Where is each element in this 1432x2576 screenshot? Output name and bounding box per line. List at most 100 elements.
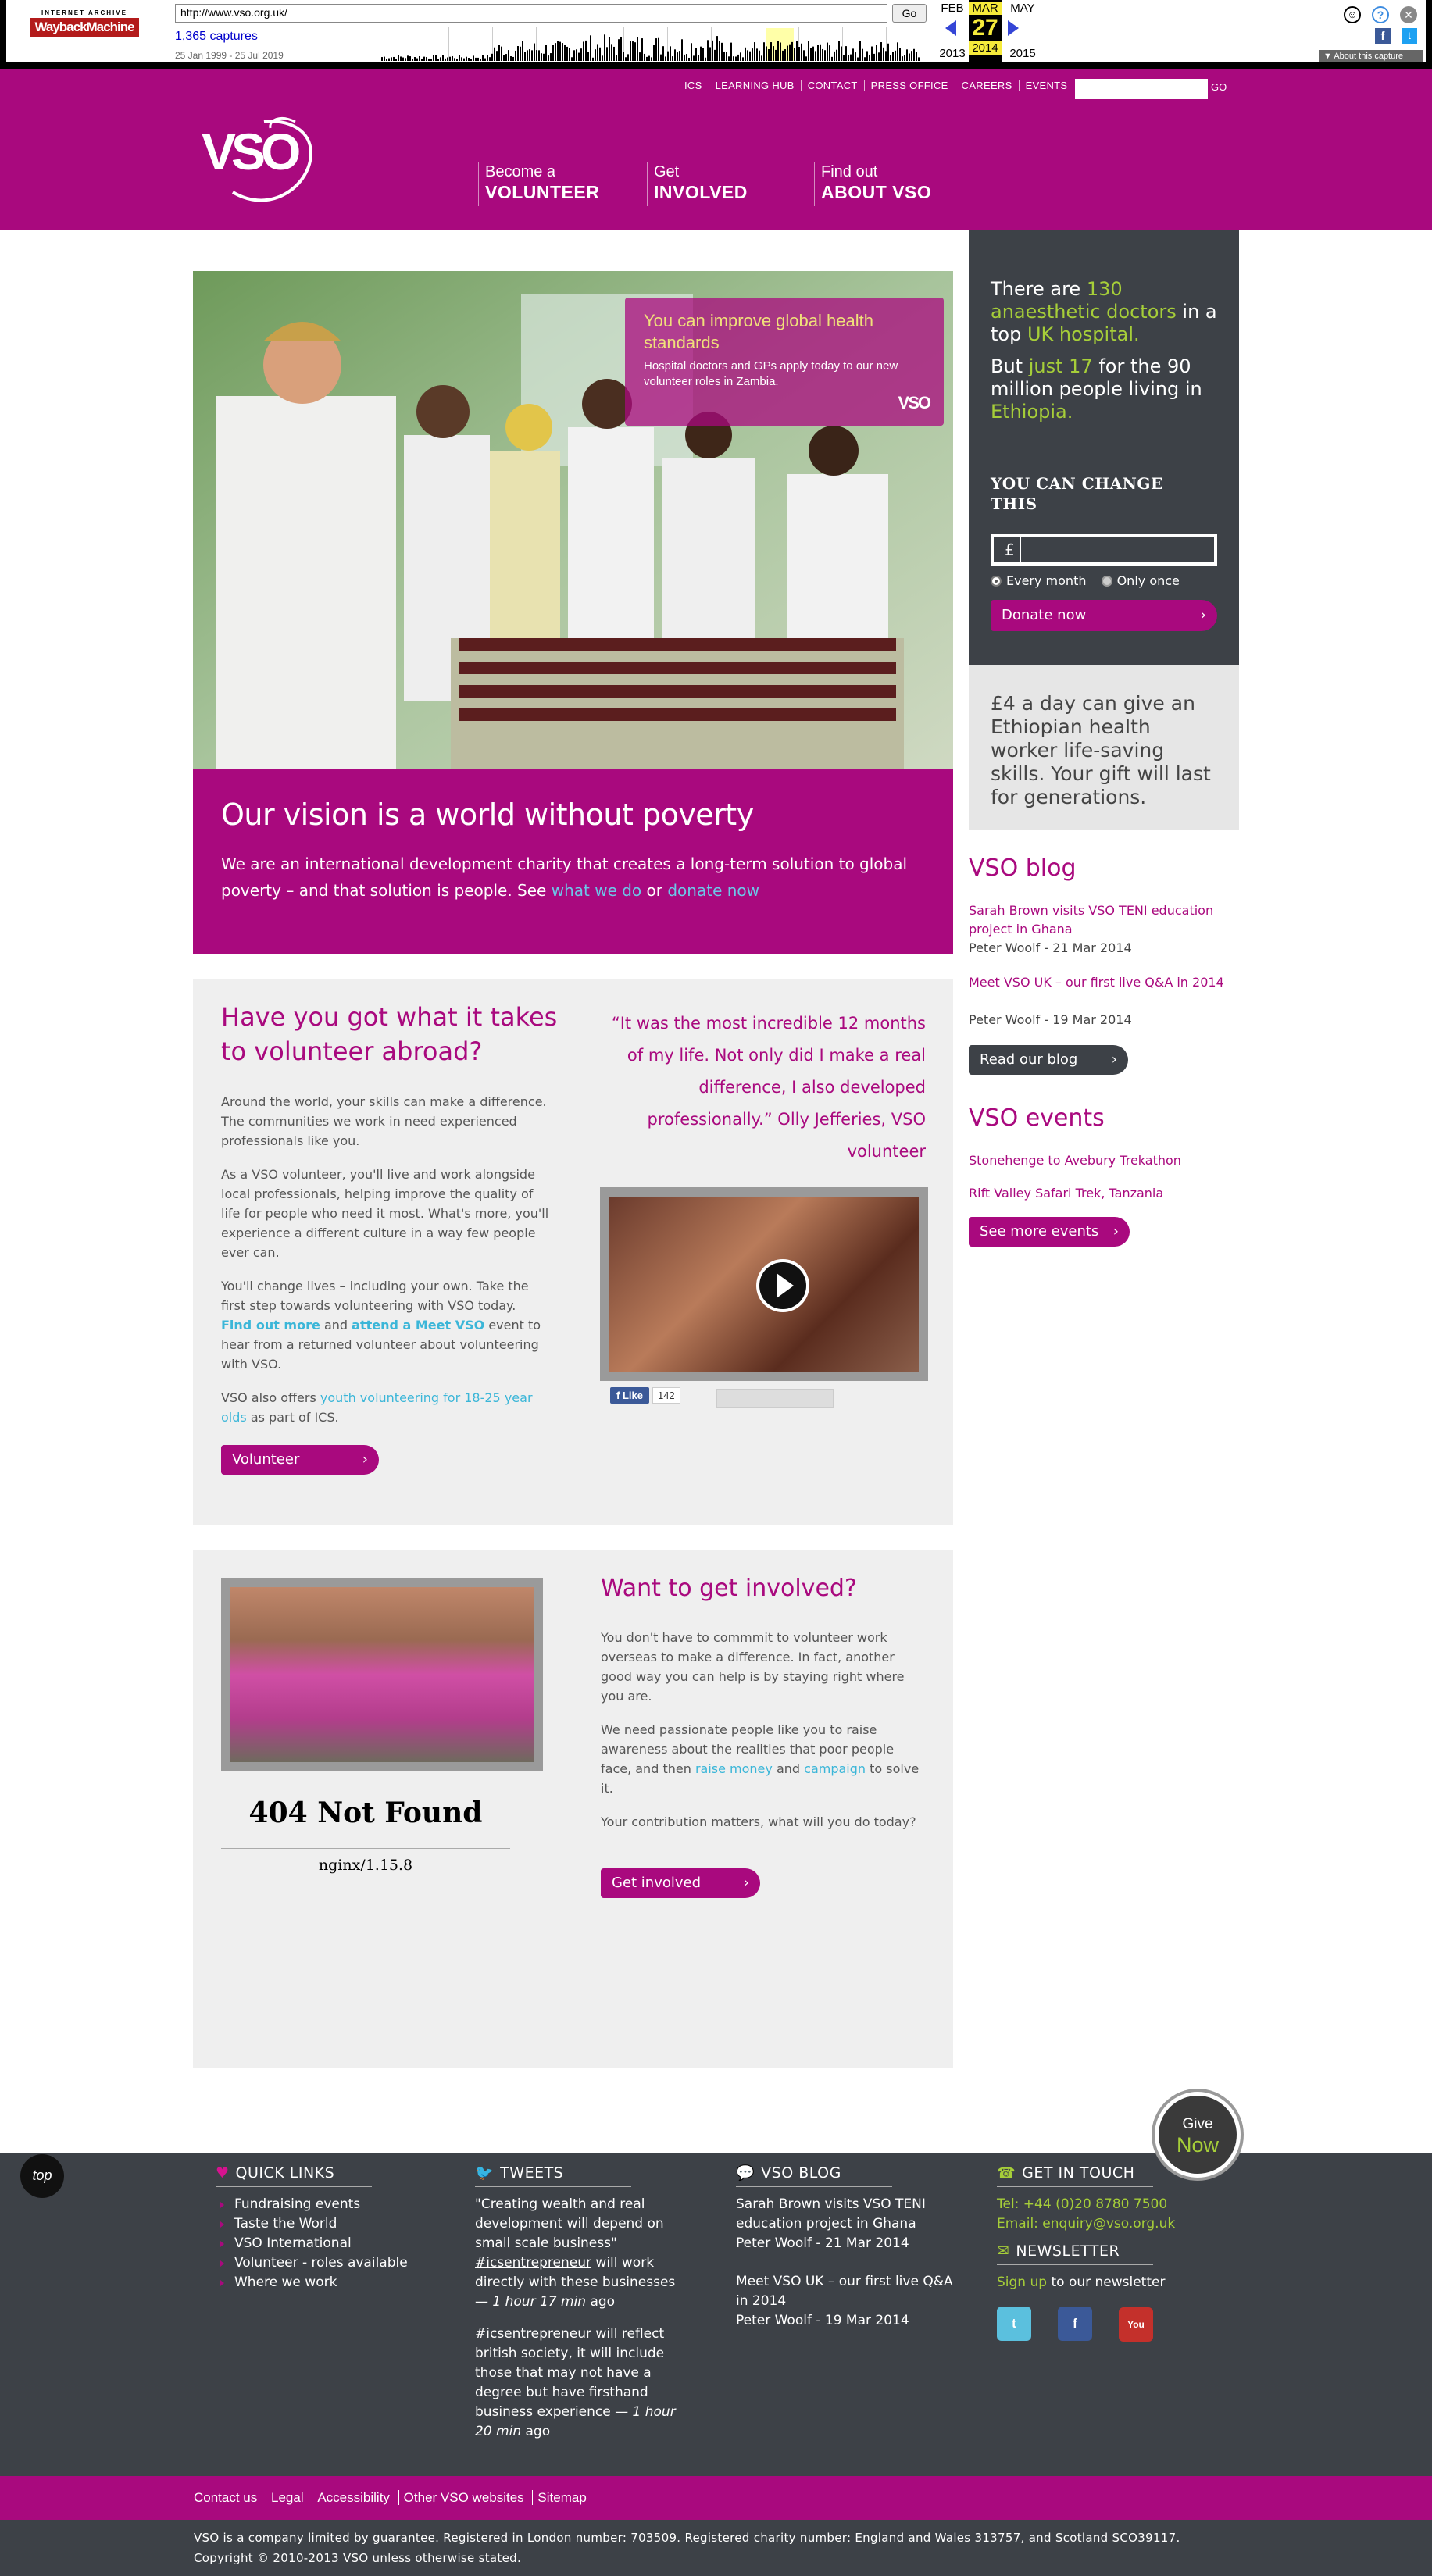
donate-stat: There are 130 anaesthetic doctors in a t… <box>991 278 1217 423</box>
top-utility-nav: ICS LEARNING HUB CONTACT PRESS OFFICE CAREER… <box>678 80 1073 95</box>
accessibility-link[interactable]: Accessibility <box>312 2490 395 2505</box>
what-we-do-link[interactable]: what we do <box>552 881 641 900</box>
search-go-button[interactable]: GO <box>1211 81 1227 93</box>
prev-capture-icon[interactable] <box>945 20 956 36</box>
next-month[interactable]: MAY <box>1003 2 1042 15</box>
read-our-blog-button[interactable]: Read our blog › <box>969 1045 1128 1075</box>
twitter-icon[interactable]: t <box>997 2307 1031 2341</box>
help-icon[interactable]: ? <box>1372 6 1389 23</box>
footer-email[interactable]: Email: enquiry@vso.org.uk <box>997 2214 1239 2234</box>
topnav-events[interactable]: EVENTS <box>1018 80 1074 91</box>
tweet: #icsentrepreneur will reflect british so… <box>475 2326 676 2439</box>
topnav-learning-hub[interactable]: LEARNING HUB <box>708 80 801 91</box>
chevron-right-icon: › <box>1111 1051 1117 1068</box>
nav-about-vso[interactable]: Find out ABOUT VSO <box>814 162 931 206</box>
facebook-like-button[interactable]: f Like <box>610 1387 649 1404</box>
captures-link[interactable]: 1,365 captures <box>175 30 258 44</box>
donate-now-button[interactable]: Donate now › <box>991 600 1217 631</box>
event-link[interactable]: Stonehenge to Avebury Trekathon <box>969 1151 1234 1170</box>
footer-link[interactable]: Where we work <box>216 2273 450 2292</box>
topnav-ics[interactable]: ICS <box>678 80 709 91</box>
blog-post-link[interactable]: Meet VSO UK – our first live Q&A in 2014 <box>969 973 1234 992</box>
youtube-icon[interactable]: You <box>1119 2307 1153 2342</box>
topnav-press-office[interactable]: PRESS OFFICE <box>863 80 955 91</box>
get-involved-heading: Want to get involved? <box>601 1575 857 1602</box>
social-icons: t f You <box>997 2307 1239 2342</box>
not-found-title: 404 Not Found <box>248 1796 483 1829</box>
topnav-careers[interactable]: CAREERS <box>954 80 1019 91</box>
pound-symbol: £ <box>1005 541 1015 559</box>
hashtag-link[interactable]: #icsentrepreneur <box>475 2326 591 2342</box>
nav-become-volunteer[interactable]: Become a VOLUNTEER <box>478 162 599 206</box>
every-month-radio[interactable] <box>991 576 1002 587</box>
footer-blog-link[interactable]: Sarah Brown visits VSO TENI education pr… <box>736 2195 962 2234</box>
facebook-share-icon[interactable]: f <box>1375 28 1391 44</box>
get-involved-button[interactable]: Get involved › <box>601 1868 760 1898</box>
footer-blog-link[interactable]: Meet VSO UK – our first live Q&A in 2014 <box>736 2272 962 2311</box>
legal-link[interactable]: Legal <box>266 2490 309 2505</box>
footer-link[interactable]: Volunteer - roles available <box>216 2253 450 2273</box>
event-link[interactable]: Rift Valley Safari Trek, Tanzania <box>969 1184 1234 1203</box>
next-capture-icon[interactable] <box>1008 20 1019 36</box>
footer-telephone[interactable]: Tel: +44 (0)20 8780 7500 <box>997 2195 1239 2214</box>
heart-icon: ♥ <box>216 2164 230 2182</box>
sitemap-link[interactable]: Sitemap <box>532 2490 591 2505</box>
topnav-contact[interactable]: CONTACT <box>800 80 864 91</box>
donation-frequency: Every month Only once <box>991 573 1180 588</box>
see-more-events-button[interactable]: See more events › <box>969 1217 1130 1247</box>
vision-text: We are an international development char… <box>221 855 908 900</box>
facebook-icon[interactable]: f <box>1058 2307 1092 2341</box>
volunteer-quote: “It was the most incredible 12 months of… <box>611 1014 926 1161</box>
nav-get-involved[interactable]: Get INVOLVED <box>647 162 748 206</box>
gift-message: £4 a day can give an Ethiopian health wo… <box>969 665 1239 830</box>
only-once-radio[interactable] <box>1101 576 1112 587</box>
embedded-404-frame: 404 Not Found nginx/1.15.8 <box>221 1796 510 1874</box>
capture-range: 25 Jan 1999 - 25 Jul 2019 <box>175 50 284 61</box>
contact-us-link[interactable]: Contact us <box>194 2490 262 2505</box>
play-icon[interactable] <box>756 1259 809 1312</box>
tweet-widget-placeholder[interactable] <box>716 1389 834 1408</box>
about-capture-button[interactable]: ▼ About this capture <box>1319 50 1423 62</box>
blog-heading: VSO blog <box>969 855 1077 882</box>
find-out-more-link[interactable]: Find out more <box>221 1318 320 1333</box>
site-search-input[interactable] <box>1075 79 1208 99</box>
wayback-toolbar: INTERNET ARCHIVE WaybackMachine http://w… <box>0 0 1432 69</box>
vision-panel: Our vision is a world without poverty We… <box>193 769 953 954</box>
hero-promo-box[interactable]: You can improve global health standards … <box>625 298 944 426</box>
events-heading: VSO events <box>969 1104 1105 1132</box>
donate-now-link[interactable]: donate now <box>667 881 759 900</box>
prev-year[interactable]: 2013 <box>933 47 972 60</box>
attend-meet-vso-link[interactable]: attend a Meet VSO <box>352 1318 484 1333</box>
wayback-go-button[interactable]: Go <box>892 4 927 23</box>
prev-month[interactable]: FEB <box>933 2 972 15</box>
footer-link[interactable]: Fundraising events <box>216 2195 450 2214</box>
raise-money-link[interactable]: raise money <box>695 1761 773 1776</box>
blog-post-meta: Peter Woolf - 19 Mar 2014 <box>969 1012 1132 1027</box>
campaign-link[interactable]: campaign <box>804 1761 866 1776</box>
you-can-change-heading: YOU CAN CHANGE THIS <box>991 474 1163 513</box>
facebook-like-widget[interactable]: f Like 142 <box>610 1387 680 1408</box>
capture-sparkline[interactable] <box>334 27 920 61</box>
speech-bubble-icon: 💬 <box>736 2164 755 2182</box>
other-vso-websites-link[interactable]: Other VSO websites <box>398 2490 529 2505</box>
twitter-share-icon[interactable]: t <box>1402 28 1417 44</box>
back-to-top-button[interactable]: top <box>20 2154 64 2198</box>
wayback-logo[interactable]: INTERNET ARCHIVE WaybackMachine <box>30 9 139 48</box>
newsletter-signup-link[interactable]: Sign up <box>997 2275 1047 2290</box>
user-icon[interactable]: ☺ <box>1344 6 1361 23</box>
video-player[interactable] <box>600 1187 928 1381</box>
hashtag-link[interactable]: #icsentrepreneur <box>475 2255 591 2271</box>
blog-post-link[interactable]: Sarah Brown visits VSO TENI education pr… <box>969 901 1234 939</box>
volunteer-button[interactable]: Volunteer › <box>221 1445 379 1475</box>
next-year[interactable]: 2015 <box>1003 47 1042 60</box>
donation-amount-input[interactable]: £ <box>991 534 1217 566</box>
vso-logo[interactable]: VSO <box>202 114 319 206</box>
footer-link[interactable]: VSO International <box>216 2234 450 2253</box>
footer-tweets: 🐦 TWEETS "Creating wealth and real develo… <box>475 2164 686 2442</box>
footer-link[interactable]: Taste the World <box>216 2214 450 2234</box>
chevron-right-icon: › <box>1200 607 1206 623</box>
wayback-url-input[interactable]: http://www.vso.org.uk/ <box>175 4 887 23</box>
get-involved-body: You don't have to commmit to volunteer w… <box>601 1630 920 1829</box>
tweet: "Creating wealth and real development wi… <box>475 2196 676 2310</box>
close-icon[interactable]: ✕ <box>1400 6 1417 23</box>
